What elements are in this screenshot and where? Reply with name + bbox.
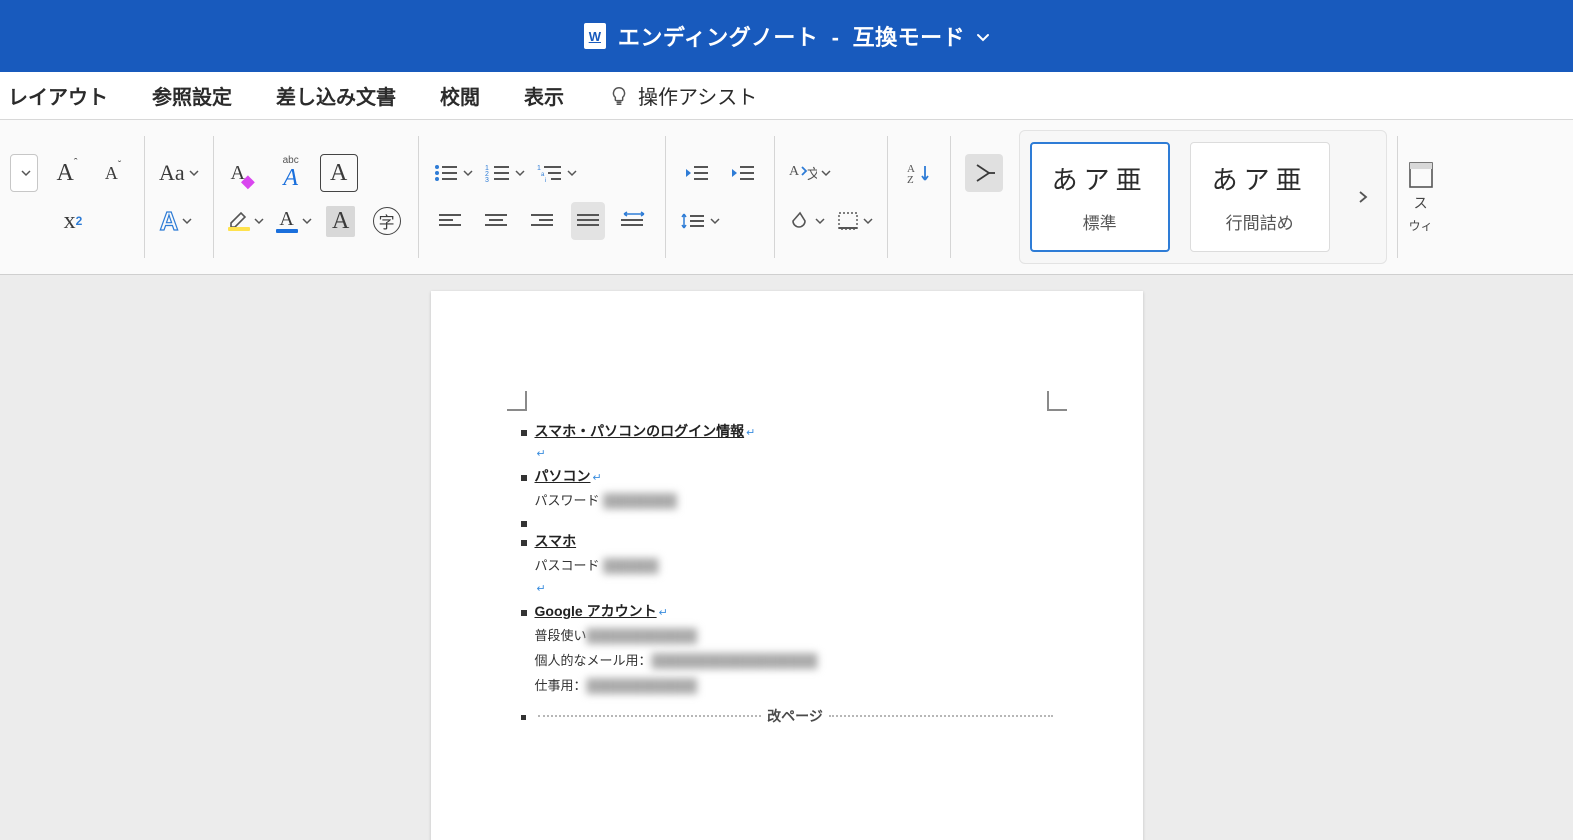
align-right-button[interactable] — [525, 202, 559, 240]
svg-text:1: 1 — [537, 165, 541, 172]
justify-button[interactable] — [571, 202, 605, 240]
menu-references[interactable]: 参照設定 — [130, 72, 254, 119]
bullet-icon — [521, 610, 527, 616]
text-direction-button[interactable]: A文 — [789, 154, 831, 192]
align-left-button[interactable] — [433, 202, 467, 240]
styles-more-button[interactable] — [1350, 190, 1376, 204]
doc-line-google-work[interactable]: 仕事用：████████████ — [521, 675, 1053, 694]
doc-heading-pc[interactable]: パソコン ↵ — [521, 466, 1053, 486]
style-no-spacing[interactable]: あア亜 行間詰め — [1190, 142, 1330, 252]
menu-layout[interactable]: レイアウト — [0, 72, 130, 119]
character-shading-button[interactable]: A — [324, 202, 358, 240]
ribbon: Aˆ Aˇ x2 Aa A — [0, 120, 1573, 275]
shrink-font-button[interactable]: Aˇ — [96, 154, 130, 192]
doc-line-pc-password[interactable]: パスワード ████████ — [521, 490, 1053, 509]
svg-text:3: 3 — [485, 177, 489, 183]
multilevel-list-button[interactable]: 1ai — [537, 154, 577, 192]
borders-button[interactable] — [837, 202, 873, 240]
lightbulb-icon — [608, 85, 630, 107]
line-spacing-button[interactable] — [680, 202, 720, 240]
bullet-icon — [521, 430, 527, 436]
styles-gallery: あア亜 標準 あア亜 行間詰め — [1019, 130, 1387, 264]
sort-group: AZ — [892, 120, 946, 274]
style-normal[interactable]: あア亜 標準 — [1030, 142, 1170, 252]
clear-formatting-button[interactable]: A ◆ — [228, 154, 262, 192]
doc-heading-login-info[interactable]: スマホ・パソコンのログイン情報 ↵ — [521, 421, 1053, 441]
bullets-button[interactable] — [433, 154, 473, 192]
font-case-group: Aa A — [149, 120, 209, 274]
crop-mark-top-left — [507, 391, 527, 411]
styles-pane-button[interactable]: ス ウィ — [1402, 120, 1440, 274]
distribute-button[interactable] — [617, 202, 651, 240]
doc-heading-google[interactable]: Google アカウント ↵ — [521, 601, 1053, 621]
highlight-button[interactable] — [228, 202, 264, 240]
svg-text:Z: Z — [907, 174, 914, 184]
increase-indent-button[interactable] — [726, 154, 760, 192]
page-break-indicator: 改ページ — [521, 706, 1053, 726]
operation-assist[interactable]: 操作アシスト — [586, 81, 779, 110]
text-direction-group: A文 — [779, 120, 883, 274]
numbering-button[interactable]: 123 — [485, 154, 525, 192]
crop-mark-top-right — [1047, 391, 1067, 411]
document-canvas[interactable]: スマホ・パソコンのログイン情報 ↵ ↵ パソコン ↵ パスワード ███████… — [0, 275, 1573, 840]
menu-bar: レイアウト 参照設定 差し込み文書 校閲 表示 操作アシスト — [0, 72, 1573, 120]
sort-button[interactable]: AZ — [902, 154, 936, 192]
font-extra-group: A ◆ abcA A A A — [218, 120, 414, 274]
title-bar: エンディングノート - 互換モード — [0, 0, 1573, 72]
text-effects-button[interactable]: A — [159, 202, 193, 240]
superscript-button[interactable]: x2 — [56, 202, 90, 240]
paragraph-mark-icon: ↵ — [746, 426, 755, 439]
change-case-button[interactable]: Aa — [159, 154, 199, 192]
phonetic-guide-button[interactable]: abcA — [274, 154, 308, 192]
bullet-icon — [521, 475, 527, 481]
character-border-button[interactable]: A — [320, 154, 358, 192]
paragraph-group: 123 1ai — [423, 120, 661, 274]
doc-heading-phone[interactable]: スマホ — [521, 531, 1053, 551]
document-page[interactable]: スマホ・パソコンのログイン情報 ↵ ↵ パソコン ↵ パスワード ███████… — [431, 291, 1143, 840]
decrease-indent-button[interactable] — [680, 154, 714, 192]
svg-text:A: A — [789, 164, 800, 179]
show-formatting-marks-button[interactable] — [965, 154, 1003, 192]
document-title[interactable]: エンディングノート - 互換モード — [618, 20, 965, 52]
font-group: Aˆ Aˇ x2 — [0, 120, 140, 274]
font-color-button[interactable]: A — [276, 202, 312, 240]
doc-line-phone-passcode[interactable]: パスコード ██████ — [521, 555, 1053, 574]
doc-line-google-personal[interactable]: 個人的なメール用：██████████████████ — [521, 650, 1053, 669]
document-body[interactable]: スマホ・パソコンのログイン情報 ↵ ↵ パソコン ↵ パスワード ███████… — [431, 291, 1143, 766]
menu-mailings[interactable]: 差し込み文書 — [254, 72, 418, 119]
menu-review[interactable]: 校閲 — [418, 72, 502, 119]
font-size-dropdown[interactable] — [10, 154, 38, 192]
indent-group — [670, 120, 770, 274]
word-document-icon — [584, 23, 606, 49]
bullet-icon — [521, 540, 527, 546]
align-center-button[interactable] — [479, 202, 513, 240]
svg-text:i: i — [545, 178, 546, 183]
shading-button[interactable] — [789, 202, 825, 240]
doc-line-google-daily[interactable]: 普段使い████████████ — [521, 625, 1053, 644]
svg-text:文: 文 — [807, 166, 817, 182]
enclose-characters-button[interactable]: 字 — [370, 202, 404, 240]
chevron-down-icon[interactable] — [975, 29, 989, 43]
menu-view[interactable]: 表示 — [502, 72, 586, 119]
show-marks-group — [955, 120, 1013, 274]
grow-font-button[interactable]: Aˆ — [50, 154, 84, 192]
